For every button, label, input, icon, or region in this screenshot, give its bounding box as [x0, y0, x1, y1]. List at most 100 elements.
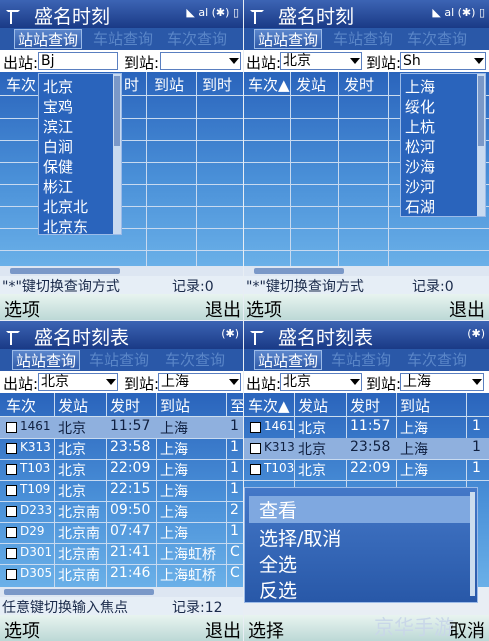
suggestion-item[interactable]: 上海 — [405, 76, 435, 97]
column-arrive-time[interactable]: 到时 — [202, 74, 232, 95]
table-row[interactable]: K313 北京 23:58 上海 1 — [244, 438, 489, 459]
from-station-select[interactable]: 北京 — [280, 52, 362, 70]
options-softkey[interactable]: 选项 — [4, 296, 40, 320]
suggestion-item[interactable]: 宝鸡 — [43, 96, 73, 117]
column-arrive-station[interactable]: 到站 — [400, 395, 430, 416]
to-station-suggestions: 上海 绥化 上杭 松河 沙海 沙河 石湖 — [400, 73, 486, 217]
column-depart-time[interactable]: 发时 — [344, 74, 374, 95]
menu-item-select-all[interactable]: 全选 — [259, 550, 297, 577]
tab-train-query[interactable]: 车次查询 — [162, 350, 228, 370]
row-checkbox[interactable] — [6, 527, 17, 538]
row-checkbox[interactable] — [6, 422, 17, 433]
table-row[interactable]: D301 北京南 21:41 上海虹桥 C — [0, 543, 243, 564]
tab-station-to-station[interactable]: 站站查询 — [254, 350, 323, 370]
suggestion-scrollbar[interactable] — [477, 74, 485, 216]
to-label: 到站: — [124, 54, 160, 72]
table-row[interactable]: 1461 北京 11:57 上海 1 — [0, 417, 243, 438]
column-depart-station[interactable]: 发站 — [58, 395, 88, 416]
cancel-softkey[interactable]: 取消 — [449, 617, 485, 641]
column-train-no[interactable]: 车次 — [6, 74, 36, 95]
chevron-down-icon — [106, 379, 116, 385]
row-checkbox[interactable] — [250, 422, 261, 433]
table-row[interactable]: T103 北京 22:09 上海 1 — [0, 459, 243, 480]
options-softkey[interactable]: 选项 — [4, 617, 40, 641]
suggestion-item[interactable]: 松河 — [405, 136, 435, 157]
suggestion-item[interactable]: 白涧 — [43, 136, 73, 157]
table-row[interactable]: D233 北京南 09:50 上海 2 — [0, 501, 243, 522]
suggestion-item[interactable]: 北京 — [43, 76, 73, 97]
signal-icon: ◣ — [186, 6, 195, 19]
tab-station-query[interactable]: 车站查询 — [86, 350, 152, 370]
column-depart-time[interactable]: 发时 — [350, 395, 380, 416]
tab-station-to-station[interactable]: 站站查询 — [14, 29, 83, 49]
menu-item-invert-selection[interactable]: 反选 — [259, 576, 297, 603]
suggestion-item[interactable]: 沙海 — [405, 156, 435, 177]
tab-train-query[interactable]: 车次查询 — [164, 29, 230, 49]
suggestion-item[interactable]: 绥化 — [405, 96, 435, 117]
column-depart-station[interactable]: 发站 — [298, 395, 328, 416]
tab-station-query[interactable]: 车站查询 — [328, 350, 394, 370]
to-station-select[interactable] — [160, 52, 241, 70]
column-time[interactable]: 时 — [124, 74, 139, 95]
tab-train-query[interactable]: 车次查询 — [404, 29, 470, 49]
tab-train-query[interactable]: 车次查询 — [404, 350, 470, 370]
column-train-no[interactable]: 车次▲ — [248, 74, 290, 95]
tab-station-to-station[interactable]: 站站查询 — [254, 29, 323, 49]
menu-scrollbar[interactable] — [470, 492, 475, 596]
row-checkbox[interactable] — [250, 464, 261, 475]
table-row[interactable]: K313 北京 23:58 上海 1 — [0, 438, 243, 459]
suggestion-item[interactable]: 保健 — [43, 156, 73, 177]
menu-item-select-cancel[interactable]: 选择/取消 — [259, 524, 341, 551]
chevron-down-icon — [350, 58, 360, 64]
suggestion-item[interactable]: 沙河 — [405, 176, 435, 197]
suggestion-item[interactable]: 滨江 — [43, 116, 73, 137]
tab-station-query[interactable]: 车站查询 — [90, 29, 156, 49]
row-checkbox[interactable] — [6, 464, 17, 475]
app-title: 盛名时刻表 — [278, 327, 374, 349]
depart-time: 23:58 — [350, 439, 391, 455]
table-row[interactable]: 1461 北京 11:57 上海 1 — [244, 417, 489, 438]
from-station-input[interactable]: Bj — [38, 52, 118, 70]
suggestion-item[interactable]: 北京北 — [43, 196, 88, 217]
row-checkbox[interactable] — [6, 548, 17, 559]
suggestion-item[interactable]: 北京东 — [43, 216, 88, 237]
column-depart-station[interactable]: 发站 — [296, 74, 326, 95]
suggestion-item[interactable]: 上杭 — [405, 116, 435, 137]
table-row[interactable]: D29 北京南 07:47 上海 1 — [0, 522, 243, 543]
horizontal-scrollbar[interactable] — [244, 266, 489, 276]
exit-softkey[interactable]: 退出 — [205, 617, 241, 641]
row-checkbox[interactable] — [6, 506, 17, 517]
row-checkbox[interactable] — [6, 569, 17, 580]
column-train-no[interactable]: 车次 — [6, 395, 36, 416]
menu-item-view[interactable]: 查看 — [249, 496, 471, 523]
column-depart-time[interactable]: 发时 — [110, 395, 140, 416]
to-station-select[interactable]: 上海 — [400, 373, 484, 391]
row-checkbox[interactable] — [250, 443, 261, 454]
exit-softkey[interactable]: 退出 — [205, 296, 241, 320]
column-arrive-station[interactable]: 到站 — [160, 395, 190, 416]
suggestion-item[interactable]: 彬江 — [43, 176, 73, 197]
table-row[interactable]: T109 北京 22:15 上海 1 — [0, 480, 243, 501]
to-station-select[interactable]: 上海 — [158, 373, 241, 391]
horizontal-scrollbar[interactable] — [0, 587, 243, 597]
horizontal-scrollbar[interactable] — [0, 266, 243, 276]
row-checkbox[interactable] — [6, 485, 17, 496]
tab-station-query[interactable]: 车站查询 — [330, 29, 396, 49]
from-station-select[interactable]: 北京 — [280, 373, 362, 391]
hint-bar: 任意键切换输入焦点 记录:12 — [0, 597, 243, 616]
suggestion-item[interactable]: 石湖 — [405, 196, 435, 217]
from-station-select[interactable]: 北京 — [38, 373, 118, 391]
options-softkey[interactable]: 选项 — [246, 296, 282, 320]
tab-station-to-station[interactable]: 站站查询 — [12, 350, 81, 370]
exit-softkey[interactable]: 退出 — [449, 296, 485, 320]
select-softkey[interactable]: 选择 — [248, 617, 284, 641]
column-arrive-time[interactable]: 至 — [230, 395, 243, 416]
column-arrive-station[interactable]: 到站 — [154, 74, 184, 95]
column-train-no[interactable]: 车次▲ — [248, 395, 290, 416]
table-header: 车次▲ 发站 发时 到站 — [244, 393, 489, 417]
table-row[interactable]: D305 北京南 21:46 上海虹桥 C — [0, 564, 243, 585]
table-row[interactable]: T103 北京 22:09 上海 1 — [244, 459, 489, 480]
to-station-input[interactable]: Sh — [400, 52, 486, 70]
suggestion-scrollbar[interactable] — [113, 74, 121, 234]
row-checkbox[interactable] — [6, 443, 17, 454]
